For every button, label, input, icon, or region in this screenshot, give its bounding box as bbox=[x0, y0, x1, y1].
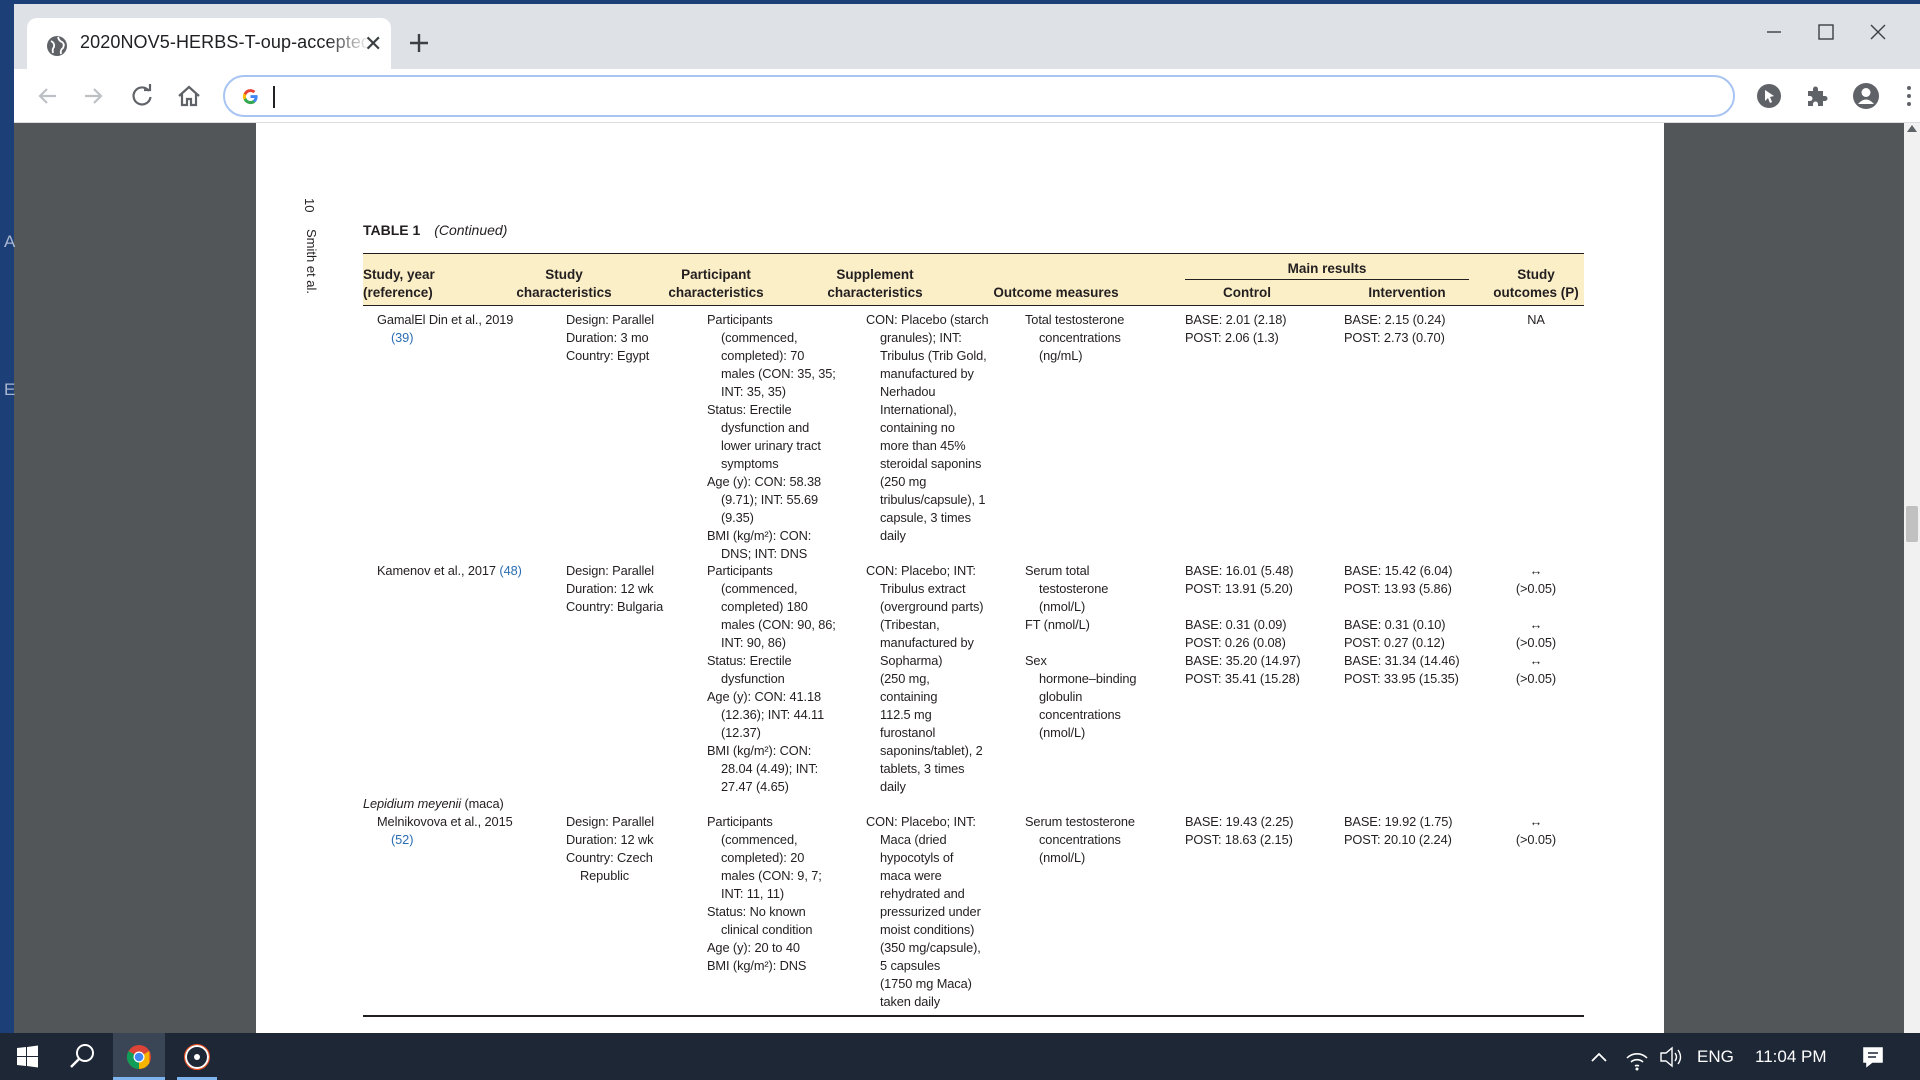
table-caption: TABLE 1 (Continued) bbox=[363, 222, 507, 238]
row1-design: Design: Parallel Duration: 3 mo Country:… bbox=[566, 312, 655, 363]
running-head: Smith et al. bbox=[304, 229, 319, 295]
row2-study-outcome-ft-shbg: ↔ (>0.05) ↔ (>0.05) bbox=[1515, 617, 1557, 686]
media-app-icon bbox=[184, 1044, 210, 1070]
row2-outcome-ft: FT (nmol/L) bbox=[1025, 617, 1090, 632]
window-close-icon[interactable] bbox=[1852, 14, 1904, 50]
table-continued: (Continued) bbox=[434, 222, 508, 238]
row1-participants: Participants (commenced, completed): 70 … bbox=[707, 312, 836, 561]
header-study-characteristics: Study characteristics bbox=[516, 267, 612, 300]
notifications-icon[interactable] bbox=[1855, 1033, 1891, 1080]
row3-study-outcome: ↔ (>0.05) bbox=[1515, 814, 1557, 847]
table-bottom-rule bbox=[363, 1015, 1584, 1017]
header-supplement-characteristics: Supplement characteristics bbox=[827, 267, 923, 300]
background-window-text: E bbox=[4, 380, 16, 399]
row1-study-outcome: NA bbox=[1527, 312, 1545, 327]
row3-design: Design: Parallel Duration: 12 wk Country… bbox=[566, 814, 655, 883]
puzzle-extensions-icon[interactable] bbox=[1802, 81, 1832, 111]
chevron-up-icon[interactable] bbox=[1587, 1033, 1611, 1080]
header-intervention: Intervention bbox=[1368, 285, 1446, 300]
plus-icon[interactable] bbox=[404, 28, 434, 58]
row2-intervention-testosterone: BASE: 15.42 (6.04) POST: 13.93 (5.86) bbox=[1344, 563, 1453, 596]
google-icon bbox=[242, 89, 258, 105]
row1-supplement: CON: Placebo (starch granules); INT: Tri… bbox=[866, 312, 989, 543]
menu-kebab-icon[interactable] bbox=[1894, 81, 1920, 111]
row1-study: GamalEl Din et al., 2019 (39) bbox=[377, 312, 514, 345]
header-study-year: Study, year (reference) bbox=[363, 267, 435, 300]
windows-start-icon[interactable] bbox=[0, 1033, 54, 1080]
back-icon[interactable] bbox=[32, 81, 62, 111]
language-indicator[interactable]: ENG bbox=[1697, 1047, 1734, 1067]
main-results-rule bbox=[1185, 279, 1469, 280]
minimize-icon[interactable] bbox=[1748, 14, 1800, 50]
row2-outcome-shbg: Sex hormone–binding globulin concentrati… bbox=[1025, 653, 1137, 740]
pdf-viewer[interactable]: 10 Smith et al. TABLE 1 (Continued) Stud… bbox=[14, 123, 1920, 1033]
volume-icon[interactable] bbox=[1657, 1033, 1685, 1080]
group-heading-maca: Lepidium meyenii (maca) bbox=[363, 796, 504, 811]
header-study-outcomes: Study outcomes (P) bbox=[1493, 267, 1579, 300]
pdf-page: 10 Smith et al. TABLE 1 (Continued) Stud… bbox=[256, 123, 1664, 1033]
home-icon[interactable] bbox=[174, 81, 204, 111]
row3-supplement: CON: Placebo; INT: Maca (dried hypocotyl… bbox=[866, 814, 981, 1009]
table-label: TABLE 1 bbox=[363, 222, 421, 238]
page-number: 10 bbox=[302, 198, 317, 213]
search-icon[interactable] bbox=[58, 1033, 106, 1080]
taskbar-chrome[interactable] bbox=[113, 1033, 165, 1080]
tab-strip: 2020NOV5-HERBS-T-oup-accepted ✕ bbox=[14, 0, 1920, 73]
scroll-thumb[interactable] bbox=[1906, 506, 1918, 542]
row1-intervention: BASE: 2.15 (0.24) POST: 2.73 (0.70) bbox=[1344, 312, 1446, 345]
profile-icon[interactable] bbox=[1851, 81, 1881, 111]
taskbar: ENG 11:04 PM bbox=[0, 1033, 1920, 1080]
vertical-scrollbar[interactable] bbox=[1904, 123, 1920, 1033]
row3-outcome-measures: Serum testosterone concentrations (nmol/… bbox=[1025, 814, 1135, 865]
row3-control: BASE: 19.43 (2.25) POST: 18.63 (2.15) bbox=[1185, 814, 1294, 847]
row2-outcome-testosterone: Serum total testosterone (nmol/L) bbox=[1025, 563, 1109, 614]
header-main-results: Main results bbox=[1287, 261, 1367, 276]
clock[interactable]: 11:04 PM bbox=[1755, 1047, 1827, 1067]
maximize-icon[interactable] bbox=[1800, 14, 1852, 50]
wifi-icon[interactable] bbox=[1623, 1033, 1651, 1080]
globe-icon bbox=[47, 36, 67, 56]
browser-toolbar bbox=[14, 69, 1920, 123]
row2-design: Design: Parallel Duration: 12 wk Country… bbox=[566, 563, 664, 614]
cursor-extension-icon[interactable] bbox=[1754, 81, 1784, 111]
taskbar-media-app[interactable] bbox=[171, 1033, 223, 1080]
address-input[interactable] bbox=[271, 83, 1711, 109]
row1-outcome-measures: Total testosterone concentrations (ng/mL… bbox=[1025, 312, 1125, 363]
background-window-text: A bbox=[4, 232, 16, 251]
header-participant-characteristics: Participant characteristics bbox=[668, 267, 764, 300]
row2-study-outcome-testosterone: ↔ (>0.05) bbox=[1515, 563, 1557, 596]
row2-control-ft-shbg: BASE: 0.31 (0.09) POST: 0.26 (0.08) BASE… bbox=[1185, 617, 1301, 686]
close-icon[interactable]: ✕ bbox=[364, 31, 382, 57]
text-caret bbox=[273, 86, 275, 108]
tab-title: 2020NOV5-HERBS-T-oup-accepted bbox=[80, 32, 370, 52]
row2-supplement: CON: Placebo; INT: Tribulus extract (ove… bbox=[866, 563, 984, 794]
address-bar[interactable] bbox=[223, 75, 1735, 117]
row2-study: Kamenov et al., 2017 (48) bbox=[377, 563, 522, 578]
header-control: Control bbox=[1223, 285, 1271, 300]
row3-study: Melnikovova et al., 2015 (52) bbox=[377, 814, 513, 847]
reload-icon[interactable] bbox=[127, 81, 157, 111]
row3-participants: Participants (commenced, completed): 20 … bbox=[707, 814, 822, 973]
scroll-up-arrow-icon[interactable] bbox=[1907, 125, 1917, 132]
row2-intervention-ft-shbg: BASE: 0.31 (0.10) POST: 0.27 (0.12) BASE… bbox=[1344, 617, 1460, 686]
browser-window: 2020NOV5-HERBS-T-oup-accepted ✕ 10 Smith… bbox=[14, 0, 1920, 1033]
row2-control-testosterone: BASE: 16.01 (5.48) POST: 13.91 (5.20) bbox=[1185, 563, 1294, 596]
row1-control: BASE: 2.01 (2.18) POST: 2.06 (1.3) bbox=[1185, 312, 1287, 345]
row3-intervention: BASE: 19.92 (1.75) POST: 20.10 (2.24) bbox=[1344, 814, 1453, 847]
tab-active[interactable]: 2020NOV5-HERBS-T-oup-accepted ✕ bbox=[27, 18, 391, 73]
forward-icon[interactable] bbox=[79, 81, 109, 111]
header-outcome-measures: Outcome measures bbox=[993, 285, 1119, 300]
row2-participants: Participants (commenced, completed) 180 … bbox=[707, 563, 836, 794]
chrome-icon bbox=[126, 1045, 151, 1069]
